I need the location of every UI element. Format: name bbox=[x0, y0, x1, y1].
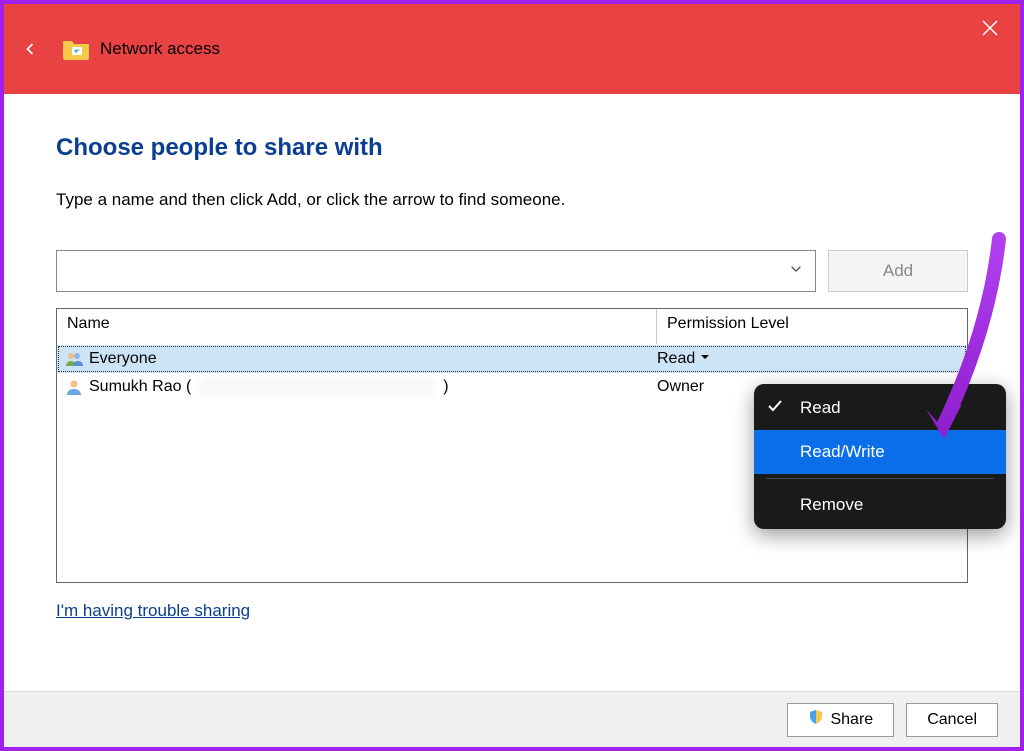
chevron-down-icon[interactable] bbox=[789, 262, 803, 281]
trouble-sharing-link[interactable]: I'm having trouble sharing bbox=[56, 601, 250, 620]
permission-context-menu: Read Read/Write Remove bbox=[754, 384, 1006, 529]
menu-separator bbox=[766, 478, 994, 479]
permission-label: Read bbox=[657, 350, 695, 368]
add-button-label: Add bbox=[883, 261, 913, 281]
page-heading: Choose people to share with bbox=[56, 134, 968, 162]
user-icon bbox=[65, 379, 83, 395]
user-name: Sumukh Rao ( bbox=[89, 378, 191, 396]
column-header-permission[interactable]: Permission Level bbox=[657, 309, 967, 344]
folder-icon bbox=[62, 38, 90, 60]
footer: Share Cancel bbox=[4, 691, 1020, 747]
menu-item-remove[interactable]: Remove bbox=[754, 483, 1006, 527]
titlebar: Network access bbox=[4, 4, 1020, 94]
menu-item-read[interactable]: Read bbox=[754, 386, 1006, 430]
name-input[interactable] bbox=[56, 250, 816, 292]
column-header-name[interactable]: Name bbox=[57, 309, 657, 344]
redacted-text bbox=[197, 379, 437, 395]
back-button[interactable] bbox=[18, 37, 42, 61]
share-button[interactable]: Share bbox=[787, 703, 894, 737]
content-area: Choose people to share with Type a name … bbox=[4, 94, 1020, 621]
menu-item-read-write[interactable]: Read/Write bbox=[754, 430, 1006, 474]
menu-item-label: Remove bbox=[800, 495, 863, 515]
instruction-text: Type a name and then click Add, or click… bbox=[56, 190, 968, 210]
menu-item-label: Read bbox=[800, 398, 841, 418]
group-icon bbox=[65, 351, 83, 367]
add-button: Add bbox=[828, 250, 968, 292]
permission-cell[interactable]: Read bbox=[657, 350, 959, 368]
cancel-button-label: Cancel bbox=[927, 711, 977, 729]
window-title: Network access bbox=[100, 39, 220, 59]
share-button-label: Share bbox=[830, 711, 873, 729]
permission-label: Owner bbox=[657, 378, 704, 396]
user-name-suffix: ) bbox=[443, 378, 448, 396]
menu-item-label: Read/Write bbox=[800, 442, 885, 462]
table-row[interactable]: Everyone Read bbox=[57, 345, 967, 373]
cancel-button[interactable]: Cancel bbox=[906, 703, 998, 737]
close-button[interactable] bbox=[978, 16, 1002, 40]
shield-icon bbox=[808, 709, 824, 730]
dropdown-arrow-icon bbox=[699, 350, 711, 368]
check-icon bbox=[766, 397, 784, 420]
user-name: Everyone bbox=[89, 350, 157, 368]
